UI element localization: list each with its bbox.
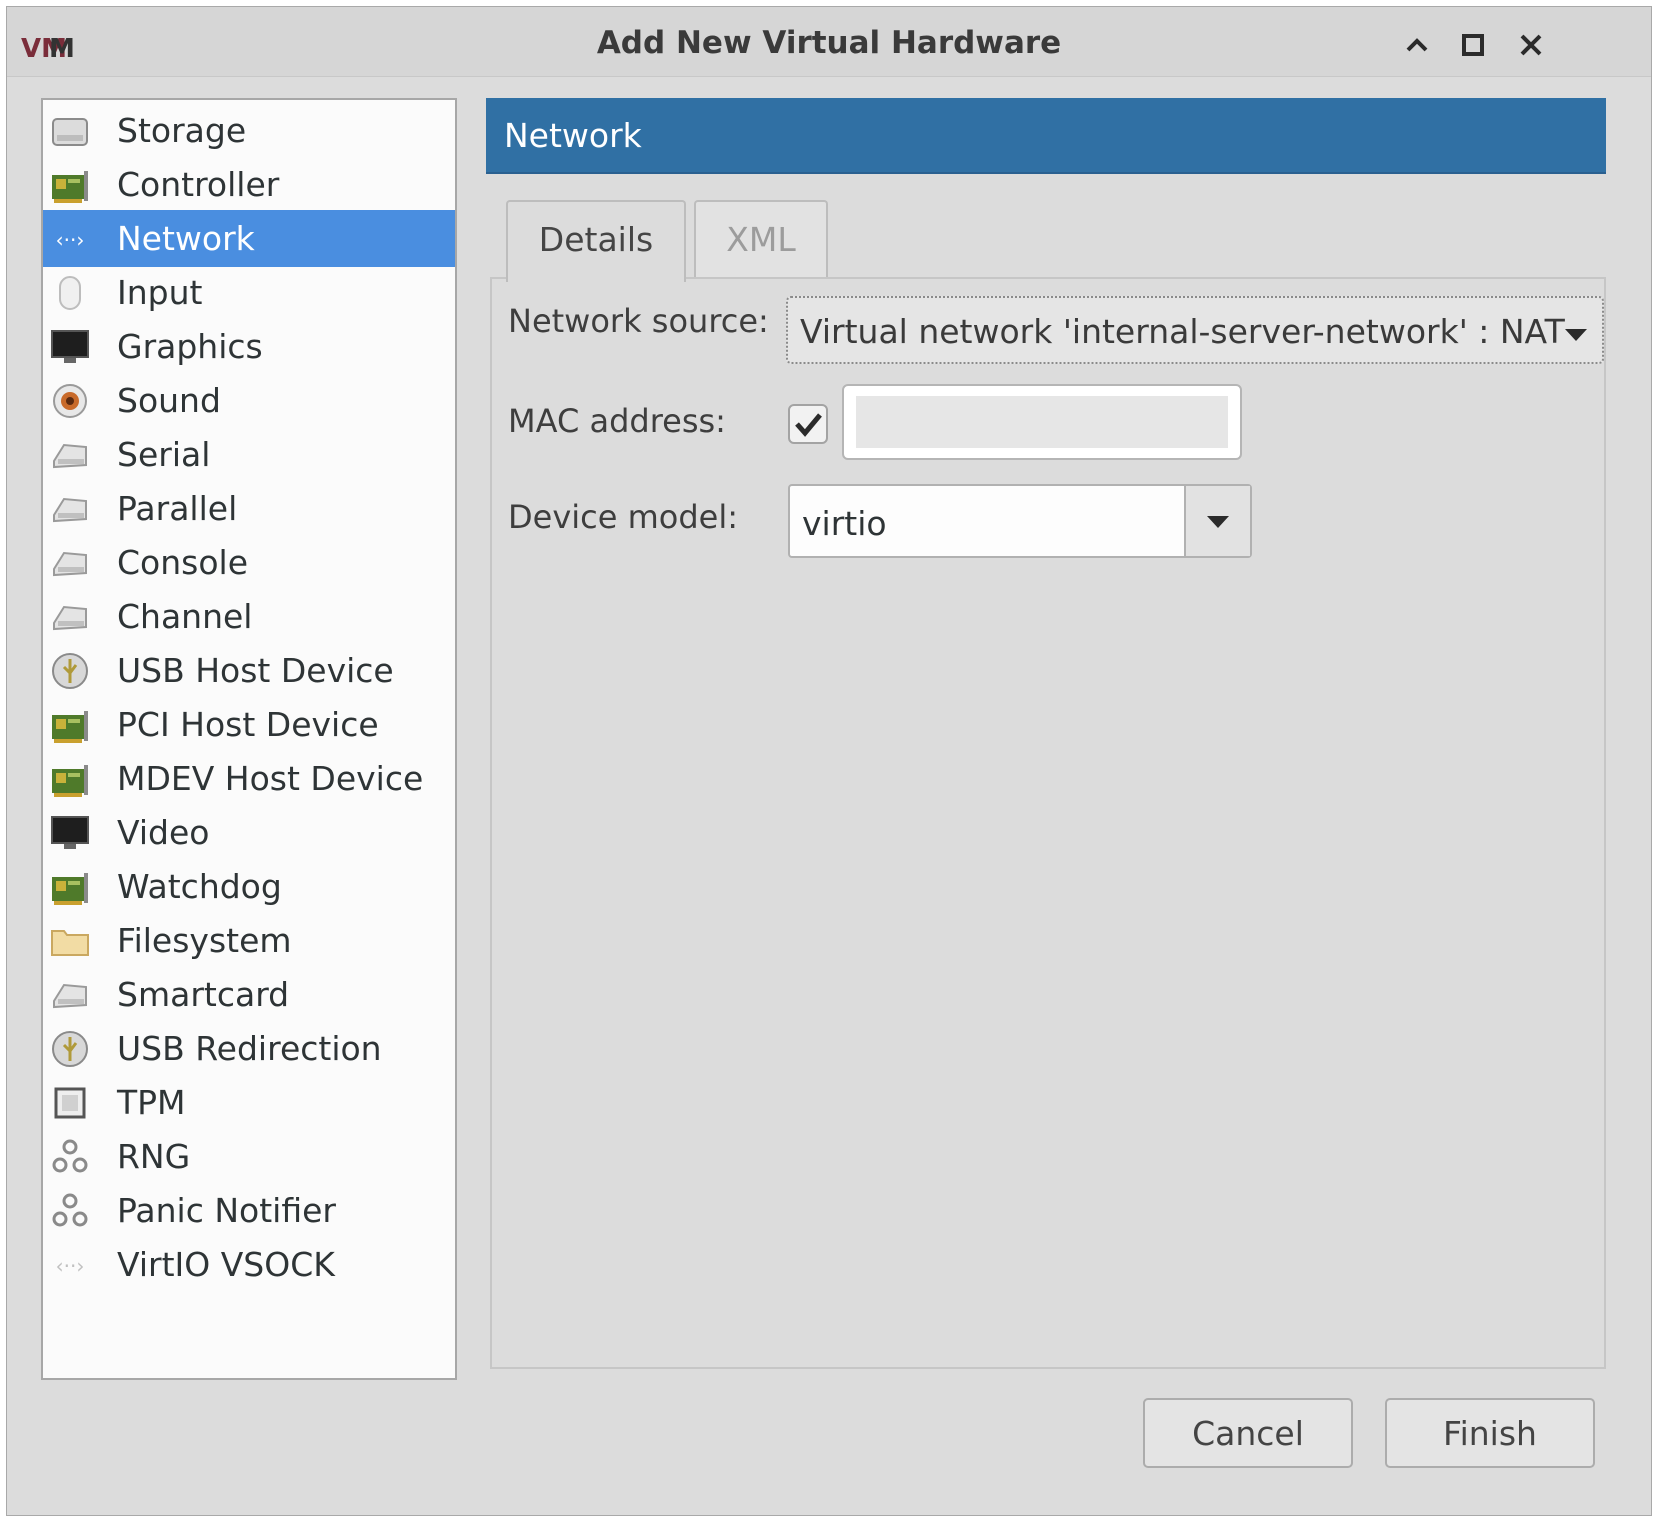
card-icon — [49, 165, 91, 205]
device-item-parallel[interactable]: Parallel — [43, 480, 455, 537]
usb-icon — [49, 1029, 91, 1069]
device-item-label: Storage — [117, 111, 247, 150]
device-item-usb-redirection[interactable]: USB Redirection — [43, 1020, 455, 1077]
device-item-label: VirtIO VSOCK — [117, 1245, 335, 1284]
device-item-storage[interactable]: Storage — [43, 102, 455, 159]
section-header: Network — [486, 98, 1606, 174]
device-item-label: PCI Host Device — [117, 705, 379, 744]
tab-xml-label: XML — [726, 220, 796, 259]
mac-address-checkbox[interactable] — [788, 404, 828, 444]
svg-text:‹··›: ‹··› — [56, 228, 85, 252]
maximize-icon — [1462, 34, 1484, 56]
port-icon — [49, 597, 91, 637]
device-item-tpm[interactable]: TPM — [43, 1074, 455, 1131]
tab-details[interactable]: Details — [506, 200, 686, 282]
device-model-label: Device model: — [508, 498, 739, 536]
network-icon: ‹··› — [49, 219, 91, 259]
device-item-virtio-vsock[interactable]: ‹··› VirtIO VSOCK — [43, 1236, 455, 1293]
device-item-label: Sound — [117, 381, 221, 420]
device-item-smartcard[interactable]: Smartcard — [43, 966, 455, 1023]
mac-address-field[interactable] — [842, 384, 1242, 460]
cancel-button[interactable]: Cancel — [1143, 1398, 1353, 1468]
card-icon — [49, 705, 91, 745]
usb-icon — [49, 651, 91, 691]
network-source-label: Network source: — [508, 302, 769, 340]
device-item-pci-host-device[interactable]: PCI Host Device — [43, 696, 455, 753]
card-icon — [49, 759, 91, 799]
device-item-filesystem[interactable]: Filesystem — [43, 912, 455, 969]
tab-xml[interactable]: XML — [694, 200, 828, 280]
hardware-type-list[interactable]: Storage Controller ‹··› Network Input Graphic… — [41, 98, 457, 1380]
speaker-icon — [49, 381, 91, 421]
device-item-sound[interactable]: Sound — [43, 372, 455, 429]
network-source-value: Virtual network 'internal-server-network… — [800, 312, 1565, 351]
port-icon — [49, 543, 91, 583]
vsock-icon: ‹··› — [49, 1245, 91, 1285]
device-item-label: Watchdog — [117, 867, 282, 906]
network-source-combo[interactable]: Virtual network 'internal-server-network… — [786, 296, 1604, 364]
device-item-label: TPM — [117, 1083, 186, 1122]
maximize-button[interactable] — [1453, 25, 1493, 65]
device-item-panic-notifier[interactable]: Panic Notifier — [43, 1182, 455, 1239]
device-item-label: RNG — [117, 1137, 191, 1176]
monitor-icon — [49, 813, 91, 853]
device-item-input[interactable]: Input — [43, 264, 455, 321]
card-icon — [49, 867, 91, 907]
device-item-watchdog[interactable]: Watchdog — [43, 858, 455, 915]
device-item-label: Channel — [117, 597, 253, 636]
device-item-label: MDEV Host Device — [117, 759, 424, 798]
checkmark-icon — [795, 413, 822, 437]
mac-address-input[interactable] — [856, 396, 1228, 448]
device-item-label: Panic Notifier — [117, 1191, 336, 1230]
device-item-label: USB Host Device — [117, 651, 394, 690]
device-item-label: Serial — [117, 435, 211, 474]
device-item-label: Graphics — [117, 327, 263, 366]
device-item-label: Smartcard — [117, 975, 290, 1014]
chip-icon — [49, 1083, 91, 1123]
monitor-icon — [49, 327, 91, 367]
svg-text:‹··›: ‹··› — [56, 1254, 85, 1278]
port-icon — [49, 435, 91, 475]
port-icon — [49, 975, 91, 1015]
port-icon — [49, 489, 91, 529]
device-item-mdev-host-device[interactable]: MDEV Host Device — [43, 750, 455, 807]
device-item-label: Filesystem — [117, 921, 292, 960]
device-model-value: virtio — [802, 504, 887, 543]
device-item-video[interactable]: Video — [43, 804, 455, 861]
device-item-network[interactable]: ‹··› Network — [43, 210, 455, 267]
gears-icon — [49, 1137, 91, 1177]
mouse-icon — [49, 273, 91, 313]
device-item-label: USB Redirection — [117, 1029, 382, 1068]
device-model-dropdown-button[interactable] — [1184, 486, 1250, 556]
device-item-serial[interactable]: Serial — [43, 426, 455, 483]
device-item-graphics[interactable]: Graphics — [43, 318, 455, 375]
device-item-rng[interactable]: RNG — [43, 1128, 455, 1185]
folder-icon — [49, 921, 91, 961]
device-item-label: Console — [117, 543, 249, 582]
disk-icon — [49, 111, 91, 151]
titlebar[interactable]: VM M Add New Virtual Hardware — [7, 7, 1651, 77]
device-item-label: Video — [117, 813, 210, 852]
chevron-up-icon — [1406, 38, 1428, 52]
close-button[interactable] — [1511, 25, 1551, 65]
dropdown-arrow-icon — [1207, 516, 1229, 528]
device-item-label: Input — [117, 273, 203, 312]
device-model-combo[interactable]: virtio — [788, 484, 1252, 558]
device-item-console[interactable]: Console — [43, 534, 455, 591]
device-item-controller[interactable]: Controller — [43, 156, 455, 213]
finish-button[interactable]: Finish — [1385, 1398, 1595, 1468]
device-item-label: Parallel — [117, 489, 238, 528]
gears-icon — [49, 1191, 91, 1231]
shade-button[interactable] — [1397, 25, 1437, 65]
device-item-usb-host-device[interactable]: USB Host Device — [43, 642, 455, 699]
dropdown-arrow-icon — [1565, 329, 1587, 341]
device-item-label: Network — [117, 219, 255, 258]
tab-details-label: Details — [538, 220, 654, 259]
device-item-channel[interactable]: Channel — [43, 588, 455, 645]
device-item-label: Controller — [117, 165, 280, 204]
close-icon — [1520, 34, 1542, 56]
section-title: Network — [504, 116, 642, 155]
mac-address-label: MAC address: — [508, 402, 726, 440]
